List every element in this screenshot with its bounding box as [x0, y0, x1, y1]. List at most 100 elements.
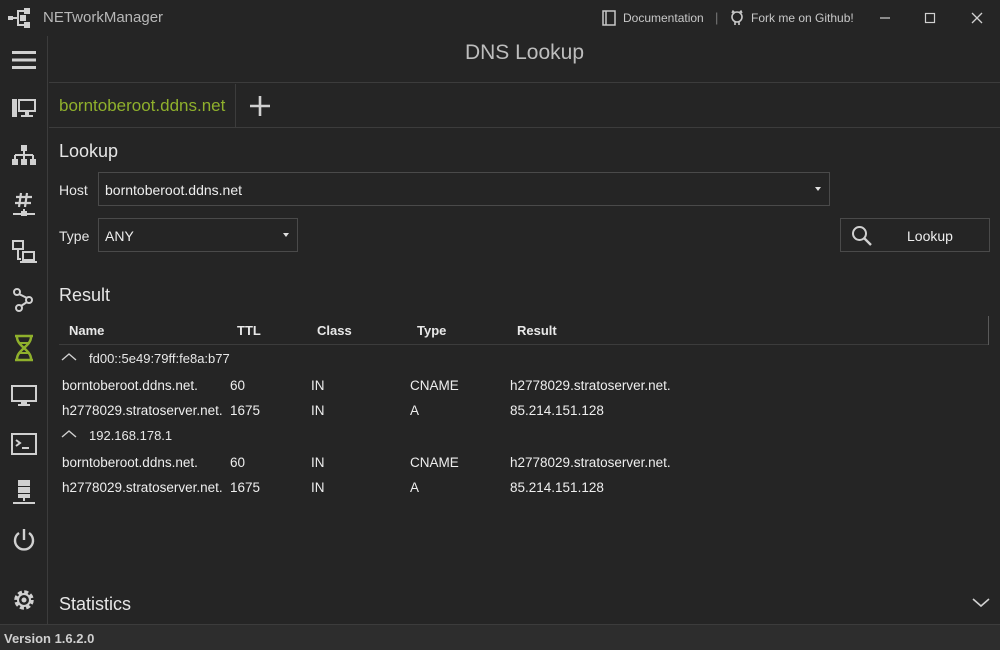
result-group-header[interactable]: fd00::5e49:79ff:fe8a:b77	[59, 348, 989, 370]
github-octocat-icon	[731, 10, 743, 25]
power-icon	[13, 529, 35, 551]
sidebar-item-network-interface[interactable]	[10, 94, 38, 122]
sidebar-item-remote-desktop[interactable]	[10, 382, 38, 410]
cell-class: IN	[311, 480, 325, 495]
column-header-class[interactable]: Class	[317, 323, 352, 338]
cell-result: 85.214.151.128	[510, 403, 604, 418]
documentation-label: Documentation	[623, 11, 704, 25]
github-link[interactable]: Fork me on Github!	[729, 10, 854, 26]
chevron-up-icon[interactable]	[61, 351, 77, 363]
lookup-button-label: Lookup	[907, 228, 953, 244]
minimize-icon	[880, 17, 890, 19]
monitor-icon	[11, 385, 37, 406]
result-group-header[interactable]: 192.168.178.1	[59, 425, 989, 447]
close-button[interactable]	[965, 6, 989, 30]
host-label: Host	[59, 182, 88, 198]
cell-class: IN	[311, 403, 325, 418]
cell-ttl: 60	[230, 455, 246, 470]
hamburger-menu-button[interactable]	[10, 46, 38, 74]
statistics-label: Statistics	[59, 594, 132, 614]
minimize-button[interactable]	[873, 6, 897, 30]
sidebar	[0, 36, 48, 624]
host-dropdown-arrow-icon[interactable]	[815, 187, 821, 191]
title-separator: |	[715, 10, 719, 25]
result-section-title: Result	[59, 285, 111, 305]
title-bar: NETworkManager Documentation | Fork me o…	[0, 0, 1000, 36]
cell-class: IN	[311, 378, 325, 393]
github-label: Fork me on Github!	[751, 11, 854, 25]
tab-bar: borntoberoot.ddns.net	[49, 84, 1000, 128]
sidebar-item-traceroute[interactable]	[10, 286, 38, 314]
lookup-button[interactable]: Lookup	[840, 218, 990, 252]
version-label: Version 1.6.2.0	[4, 631, 95, 646]
cell-name: h2778029.stratoserver.net.	[62, 403, 223, 418]
table-row[interactable]: h2778029.stratoserver.net. 1675 IN A 85.…	[59, 477, 989, 499]
status-bar: Version 1.6.2.0	[0, 624, 1000, 650]
sidebar-item-settings[interactable]	[10, 586, 38, 614]
computers-icon	[12, 240, 37, 263]
settings-gear-icon	[14, 590, 34, 610]
column-header-name[interactable]: Name	[69, 323, 104, 338]
chevron-up-icon[interactable]	[61, 428, 77, 440]
close-icon	[971, 12, 983, 24]
dns-lookup-icon	[15, 334, 33, 362]
column-header-ttl[interactable]: TTL	[237, 323, 261, 338]
traceroute-icon	[13, 288, 33, 312]
cell-ttl: 1675	[230, 480, 261, 495]
network-topology-icon	[12, 145, 36, 165]
cell-class: IN	[311, 455, 325, 470]
sidebar-item-subnet[interactable]	[10, 190, 38, 218]
column-header-type[interactable]: Type	[417, 323, 446, 338]
maximize-button[interactable]	[918, 6, 942, 30]
group-server-label: fd00::5e49:79ff:fe8a:b77	[89, 351, 230, 366]
type-label: Type	[59, 228, 90, 244]
table-row[interactable]: borntoberoot.ddns.net. 60 IN CNAME h2778…	[59, 375, 989, 397]
sidebar-item-server[interactable]	[10, 478, 38, 506]
cell-type: CNAME	[410, 455, 459, 470]
book-icon	[602, 10, 616, 26]
app-logo-icon	[8, 8, 30, 28]
network-interface-icon	[12, 99, 36, 117]
sidebar-item-network-topology[interactable]	[10, 142, 38, 170]
cell-type: A	[410, 403, 420, 418]
type-value: ANY	[105, 228, 134, 244]
host-combobox[interactable]: borntoberoot.ddns.net	[98, 172, 830, 206]
cell-result: 85.214.151.128	[510, 480, 604, 495]
cell-name: borntoberoot.ddns.net.	[62, 378, 198, 393]
statistics-expander[interactable]: Statistics	[49, 590, 1000, 624]
result-grid-header: Name TTL Class Type Result	[59, 316, 989, 345]
search-icon	[852, 226, 872, 246]
add-tab-icon[interactable]	[247, 93, 273, 119]
grid-scrollbar-edge	[988, 316, 989, 345]
type-select[interactable]: ANY	[98, 218, 298, 252]
cell-ttl: 60	[230, 378, 246, 393]
cell-type: CNAME	[410, 378, 459, 393]
cell-result: h2778029.stratoserver.net.	[510, 378, 671, 393]
group-server-label: 192.168.178.1	[89, 428, 173, 443]
cell-ttl: 1675	[230, 403, 261, 418]
page-header: DNS Lookup	[49, 36, 1000, 83]
sidebar-item-power[interactable]	[10, 526, 38, 554]
documentation-link[interactable]: Documentation	[601, 10, 704, 26]
chevron-down-icon[interactable]	[972, 596, 990, 608]
cell-result: h2778029.stratoserver.net.	[510, 455, 671, 470]
lookup-section-title: Lookup	[59, 141, 119, 161]
cell-name: borntoberoot.ddns.net.	[62, 455, 198, 470]
table-row[interactable]: h2778029.stratoserver.net. 1675 IN A 85.…	[59, 400, 989, 422]
sidebar-item-dns-lookup[interactable]	[10, 334, 38, 362]
sidebar-item-terminal[interactable]	[10, 430, 38, 458]
page-title: DNS Lookup	[464, 41, 585, 64]
column-header-result[interactable]: Result	[517, 323, 557, 338]
app-title: NETworkManager	[43, 9, 164, 26]
sidebar-item-computers[interactable]	[10, 238, 38, 266]
type-dropdown-arrow-icon[interactable]	[283, 233, 289, 237]
table-row[interactable]: borntoberoot.ddns.net. 60 IN CNAME h2778…	[59, 452, 989, 474]
cell-name: h2778029.stratoserver.net.	[62, 480, 223, 495]
tab-borntoberoot[interactable]: borntoberoot.ddns.net	[49, 84, 237, 128]
maximize-icon	[924, 12, 936, 24]
hamburger-menu-icon	[12, 51, 36, 69]
terminal-icon	[11, 433, 37, 455]
cell-type: A	[410, 480, 420, 495]
host-value: borntoberoot.ddns.net	[105, 182, 242, 198]
server-icon	[13, 480, 35, 504]
